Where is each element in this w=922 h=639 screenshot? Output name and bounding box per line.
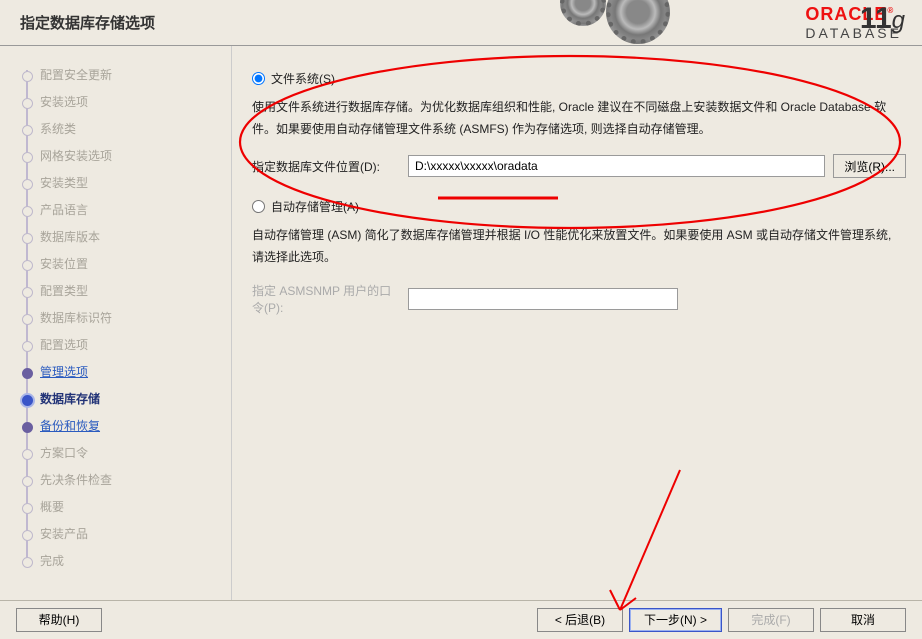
db-file-location-label: 指定数据库文件位置(D): xyxy=(252,158,400,175)
cancel-button[interactable]: 取消 xyxy=(820,608,906,632)
step-db-identifier: 数据库标识符 xyxy=(40,305,223,332)
step-db-edition: 数据库版本 xyxy=(40,224,223,251)
finish-button: 完成(F) xyxy=(728,608,814,632)
filesystem-description: 使用文件系统进行数据库存储。为优化数据库组织和性能, Oracle 建议在不同磁… xyxy=(252,97,906,140)
gear-decoration xyxy=(560,0,670,44)
step-schema-password: 方案口令 xyxy=(40,440,223,467)
step-install-type: 安装类型 xyxy=(40,170,223,197)
step-config-type: 配置类型 xyxy=(40,278,223,305)
next-button[interactable]: 下一步(N) > xyxy=(629,608,722,632)
step-grid-install: 网格安装选项 xyxy=(40,143,223,170)
step-summary: 概要 xyxy=(40,494,223,521)
step-system-class: 系统类 xyxy=(40,116,223,143)
step-security-updates: 配置安全更新 xyxy=(40,62,223,89)
page-title: 指定数据库存储选项 xyxy=(20,12,155,33)
step-product-language: 产品语言 xyxy=(40,197,223,224)
filesystem-radio[interactable] xyxy=(252,72,265,85)
filesystem-radio-label: 文件系统(S) xyxy=(271,70,335,87)
asm-radio-label: 自动存储管理(A) xyxy=(271,198,359,215)
step-database-storage: 数据库存储 xyxy=(40,386,223,413)
wizard-header: 指定数据库存储选项 ORACLE® 11g DATABASE xyxy=(0,0,922,46)
step-management-options[interactable]: 管理选项 xyxy=(40,359,223,386)
oracle-logo: ORACLE® 11g DATABASE xyxy=(805,4,902,41)
wizard-footer: 帮助(H) < 后退(B) 下一步(N) > 完成(F) 取消 xyxy=(0,600,922,638)
step-finish: 完成 xyxy=(40,548,223,575)
step-config-options: 配置选项 xyxy=(40,332,223,359)
help-button[interactable]: 帮助(H) xyxy=(16,608,102,632)
asmsnmp-password-input xyxy=(408,288,678,310)
browse-button[interactable]: 浏览(R)... xyxy=(833,154,906,178)
asm-radio[interactable] xyxy=(252,200,265,213)
wizard-steps-sidebar: 配置安全更新 安装选项 系统类 网格安装选项 安装类型 产品语言 数据库版本 安… xyxy=(0,46,232,600)
asm-description: 自动存储管理 (ASM) 简化了数据库存储管理并根据 I/O 性能优化来放置文件… xyxy=(252,225,906,268)
wizard-steps-list: 配置安全更新 安装选项 系统类 网格安装选项 安装类型 产品语言 数据库版本 安… xyxy=(22,62,223,575)
back-button[interactable]: < 后退(B) xyxy=(537,608,623,632)
step-install-options: 安装选项 xyxy=(40,89,223,116)
step-install-location: 安装位置 xyxy=(40,251,223,278)
step-install-product: 安装产品 xyxy=(40,521,223,548)
step-backup-recovery[interactable]: 备份和恢复 xyxy=(40,413,223,440)
main-content: 文件系统(S) 使用文件系统进行数据库存储。为优化数据库组织和性能, Oracl… xyxy=(232,46,922,600)
step-prereq-checks: 先决条件检查 xyxy=(40,467,223,494)
asmsnmp-password-label: 指定 ASMSNMP 用户的口令(P): xyxy=(252,282,400,316)
db-file-location-input[interactable] xyxy=(408,155,825,177)
